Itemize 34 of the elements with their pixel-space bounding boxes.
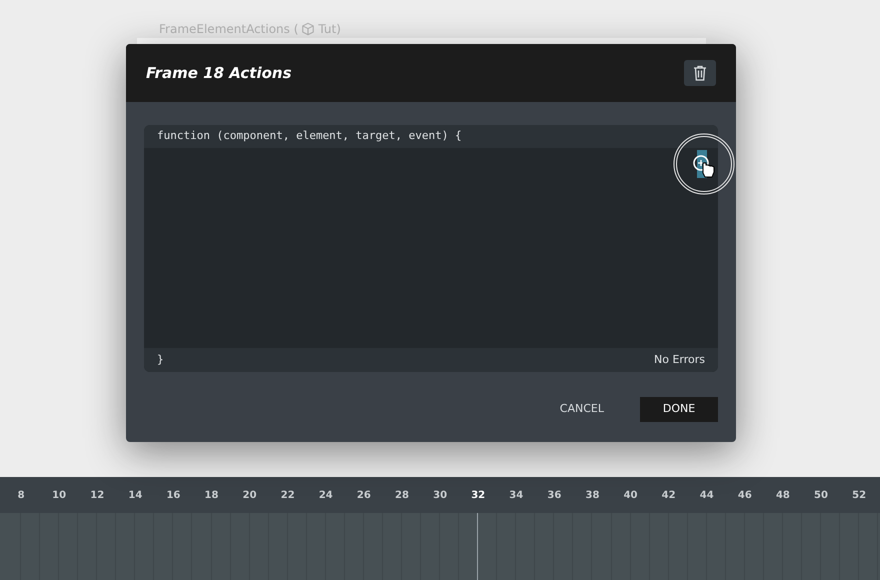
frame-number[interactable]: 28: [382, 488, 422, 502]
frame-number[interactable]: 8: [2, 488, 40, 502]
frame-number[interactable]: 14: [116, 488, 154, 502]
done-button[interactable]: DONE: [640, 397, 718, 422]
code-editor[interactable]: function (component, element, target, event) { } No Errors: [144, 125, 718, 372]
cube-icon: [301, 22, 316, 36]
frame-number[interactable]: 42: [650, 488, 688, 502]
cursor-highlight-drawing: [672, 132, 736, 196]
cancel-button[interactable]: CANCEL: [540, 397, 624, 422]
frame-number[interactable]: 22: [268, 488, 307, 502]
delete-button[interactable]: [684, 60, 716, 86]
frame-number[interactable]: 30: [421, 488, 460, 502]
error-status: No Errors: [654, 352, 705, 368]
closing-brace: }: [157, 352, 164, 368]
frame-number[interactable]: 52: [840, 488, 878, 502]
frame-number[interactable]: 40: [612, 488, 650, 502]
frame-number[interactable]: 38: [573, 488, 612, 502]
frame-number[interactable]: 12: [78, 488, 116, 502]
frame-number[interactable]: 20: [230, 488, 269, 502]
frame-number[interactable]: 16: [154, 488, 192, 502]
function-signature: function (component, element, target, event) {: [157, 128, 462, 144]
frame-number[interactable]: 10: [40, 488, 78, 502]
frame-number[interactable]: 36: [535, 488, 574, 502]
dialog-title: Frame 18 Actions: [146, 62, 292, 84]
frame-number[interactable]: 48: [764, 488, 802, 502]
frame-number[interactable]: 34: [497, 488, 536, 502]
frame-number[interactable]: 46: [726, 488, 764, 502]
frame-number[interactable]: 32: [459, 488, 498, 502]
trash-icon: [693, 65, 707, 81]
frame-number[interactable]: 50: [802, 488, 840, 502]
frame-number[interactable]: 26: [344, 488, 383, 502]
frame-number[interactable]: 24: [306, 488, 345, 502]
frame-number[interactable]: 44: [688, 488, 726, 502]
frame-number[interactable]: 18: [192, 488, 231, 502]
